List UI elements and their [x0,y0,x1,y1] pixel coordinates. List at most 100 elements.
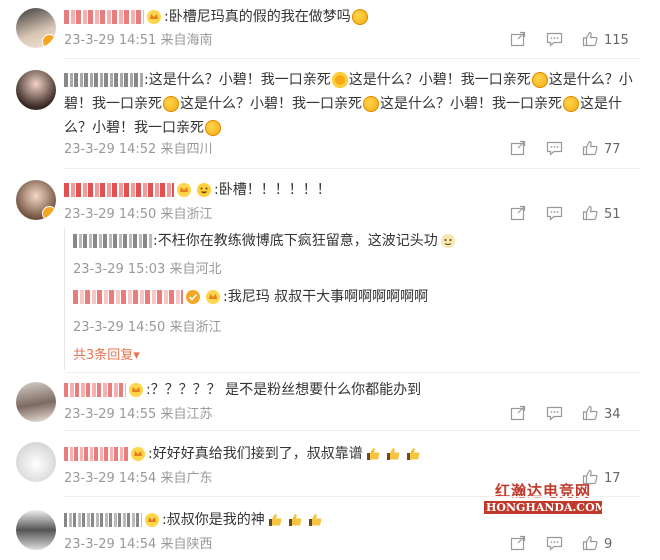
comment-text-line: :叔叔你是我的神 [64,508,640,532]
username-redacted[interactable] [64,73,144,87]
comment-time: 23-3-29 14:51 [64,33,157,48]
comment-button[interactable] [546,31,563,51]
comment-6: :叔叔你是我的神 23-3-29 14:54 来自陕西 9 [0,500,660,560]
comment-icon [546,406,563,421]
verified-badge-icon [185,289,201,305]
reply-2: :我尼玛 叔叔干大事啊啊啊啊啊啊 [73,286,428,308]
watermark-title: 红瀚达电竞网 [494,482,591,500]
comment-icon [546,141,563,156]
like-count: 77 [604,142,621,157]
heart-eyes-emoji [531,72,548,88]
share-icon [510,140,526,156]
like-button[interactable]: 34 [582,405,652,425]
comment-text-line: :卧槽尼玛真的假的我在做梦吗 [64,5,640,29]
username-redacted[interactable] [73,290,183,304]
username-redacted[interactable] [64,183,174,197]
divider [64,430,640,431]
thumbs-up-emoji [287,512,303,528]
like-count: 17 [604,471,621,486]
comment-actions: 77 [490,140,660,160]
like-button[interactable]: 51 [582,205,652,225]
heart-eyes-emoji [163,96,179,112]
share-button[interactable] [510,405,526,425]
share-icon [510,405,526,421]
more-replies-label: 共3条回复 [73,348,134,363]
vip-crown-icon [144,512,160,528]
thumbs-up-emoji [365,446,381,462]
more-replies-link[interactable]: 共3条回复▾ [73,344,140,363]
avatar[interactable] [16,70,56,110]
reply-meta: 23-3-29 15:03 来自河北 [73,258,222,277]
divider [64,58,640,59]
share-icon [510,31,526,47]
comment-actions: 115 [490,31,660,51]
like-button[interactable]: 77 [582,140,652,160]
comment-text: :？？？？？ 是不是粉丝想要什么你都能办到 [146,382,422,398]
share-button[interactable] [510,31,526,51]
vip-crown-icon [130,446,146,462]
vip-crown-icon [128,382,144,398]
share-icon [510,535,526,551]
avatar[interactable] [16,180,56,220]
like-icon [582,535,598,551]
like-count: 51 [604,207,621,222]
grin-emoji [440,233,456,249]
comment-4: :？？？？？ 是不是粉丝想要什么你都能办到 23-3-29 14:55 来自江苏… [0,376,660,434]
share-button[interactable] [510,140,526,160]
vip-crown-icon [176,182,192,198]
like-button[interactable]: 115 [582,31,652,51]
comment-icon [546,536,563,551]
avatar[interactable] [16,382,56,422]
username-redacted[interactable] [73,234,153,248]
divider [64,372,640,373]
username-redacted[interactable] [64,10,144,24]
comment-button[interactable] [546,205,563,225]
like-count: 34 [604,407,621,422]
comment-button[interactable] [546,535,563,555]
like-button[interactable]: 9 [582,535,652,555]
like-icon [582,31,598,47]
comment-text: 这是什么？小碧！我一口亲死 [348,72,531,88]
thumbs-up-emoji [385,446,401,462]
grin-emoji [196,182,212,198]
reply-location: 来自河北 [169,262,222,277]
comment-2: :这是什么？小碧！我一口亲死 这是什么？小碧！我一口亲死 这是什么？小碧！我一口亲死… [0,62,660,170]
chevron-down-icon: ▾ [133,348,140,363]
comment-actions: 9 [490,535,660,555]
like-count: 115 [604,33,629,48]
username-redacted[interactable] [64,383,126,397]
comment-meta: 23-3-29 14:51 来自海南 [64,32,213,50]
comment-actions: 34 [490,405,660,425]
comment-meta: 23-3-29 14:52 来自四川 [64,141,213,159]
avatar[interactable] [16,8,56,48]
comment-text: 这是什么？小碧！我一口亲死 [380,96,562,112]
heart-eyes-emoji [205,120,221,136]
avatar[interactable] [16,442,56,482]
avatar[interactable] [16,510,56,550]
comment-meta: 23-3-29 14:55 来自江苏 [64,406,213,424]
comment-location: 来自四川 [160,142,213,157]
reply-location: 来自浙江 [169,320,222,335]
heart-eyes-emoji [331,72,348,88]
heart-eyes-emoji [363,96,379,112]
comment-text-line: :好好好真给我们接到了，叔叔靠谱 [64,442,640,466]
comment-button[interactable] [546,405,563,425]
vip-crown-icon [146,9,162,25]
comment-text: :好好好真给我们接到了，叔叔靠谱 [148,446,363,462]
comment-1: :卧槽尼玛真的假的我在做梦吗 23-3-29 14:51 来自海南 115 [0,0,660,62]
reply-time: 23-3-29 15:03 [73,262,166,277]
like-icon [582,405,598,421]
comment-text: :这是什么？小碧！我一口亲死 [144,72,331,88]
comment-meta: 23-3-29 14:54 来自广东 [64,470,213,488]
reply-text: :不枉你在教练微博底下疯狂留意，这波记头功 [153,233,438,249]
comment-button[interactable] [546,140,563,160]
username-redacted[interactable] [64,513,142,527]
verified-badge-icon [42,34,56,48]
username-redacted[interactable] [64,447,128,461]
share-button[interactable] [510,205,526,225]
share-button[interactable] [510,535,526,555]
thumbs-up-emoji [307,512,323,528]
comment-text: 这是什么？小碧！我一口亲死 [180,96,362,112]
reply-meta: 23-3-29 14:50 来自浙江 [73,316,222,335]
thumbs-up-emoji [405,446,421,462]
